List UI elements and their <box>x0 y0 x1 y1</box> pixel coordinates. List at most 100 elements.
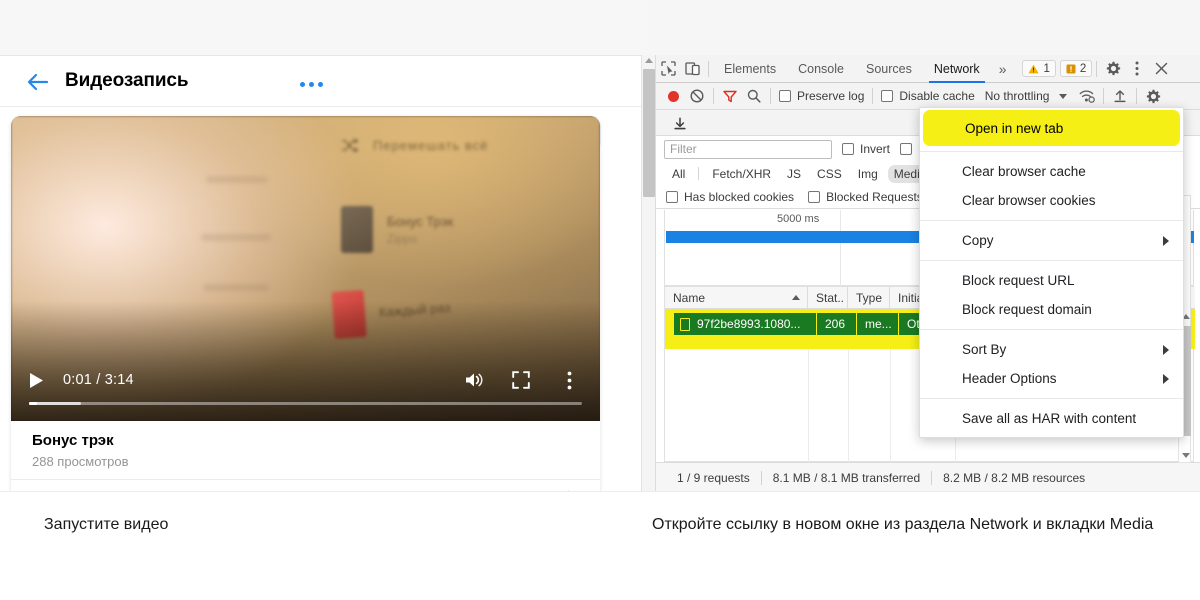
volume-icon[interactable] <box>461 368 487 392</box>
inspect-element-icon[interactable] <box>656 57 680 81</box>
page-scrollbar[interactable] <box>641 55 655 492</box>
close-icon[interactable] <box>1149 57 1173 81</box>
search-icon[interactable] <box>742 84 766 108</box>
disable-cache-checkbox[interactable]: Disable cache <box>881 89 974 103</box>
vk-video-pane: Видеозапись Поиск <box>0 55 641 492</box>
device-toolbar-icon[interactable] <box>680 57 704 81</box>
scroll-down-arrow-icon[interactable] <box>1182 453 1190 458</box>
captions-area <box>0 492 1200 600</box>
type-filter-css[interactable]: CSS <box>811 165 848 183</box>
video-time: 0:01 / 3:14 <box>63 372 134 388</box>
invert-checkbox[interactable]: Invert <box>842 142 890 156</box>
menu-item-clear-browser-cookies[interactable]: Clear browser cookies <box>920 186 1183 215</box>
overlay-ghost-line <box>206 176 268 183</box>
column-header-type[interactable]: Type <box>848 287 890 309</box>
menu-divider <box>920 398 1183 399</box>
video-controls: 0:01 / 3:14 <box>11 359 600 421</box>
type-filter-fetchxhr[interactable]: Fetch/XHR <box>706 165 777 183</box>
top-background-strip-right <box>641 0 1200 55</box>
menu-divider <box>920 260 1183 261</box>
table-gridline <box>808 349 809 463</box>
import-har-icon[interactable] <box>1108 84 1132 108</box>
video-player[interactable]: Перемешать всё Бонус Трэк Zippo Каждый р… <box>11 116 600 421</box>
status-resources: 8.2 MB / 8.2 MB resources <box>932 471 1096 485</box>
warnings-badge[interactable]: 1 <box>1022 60 1055 77</box>
play-icon[interactable] <box>29 371 48 390</box>
overlay-ghost-line <box>203 284 269 291</box>
menu-item-open-in-new-tab[interactable]: Open in new tab <box>923 110 1180 146</box>
preserve-log-checkbox[interactable]: Preserve log <box>779 89 864 103</box>
checkbox-box <box>881 90 893 102</box>
type-filter-js[interactable]: JS <box>781 165 807 183</box>
menu-item-clear-browser-cache[interactable]: Clear browser cache <box>920 157 1183 186</box>
chevron-right-icon <box>1163 236 1169 246</box>
menu-item-copy-label: Copy <box>962 233 994 248</box>
caption-right: Откройте ссылку в новом окне из раздела … <box>652 513 1172 537</box>
filter-funnel-icon[interactable] <box>718 84 742 108</box>
devtools-tabbar: Elements Console Sources Network » 1 <box>656 55 1200 83</box>
checkbox-box <box>900 143 912 155</box>
menu-divider <box>920 329 1183 330</box>
menu-item-sort-by[interactable]: Sort By <box>920 335 1183 364</box>
chevron-down-icon[interactable] <box>1059 94 1067 99</box>
type-filter-all[interactable]: All <box>666 165 691 183</box>
scroll-up-arrow-icon[interactable] <box>645 58 653 63</box>
arrow-left-icon[interactable] <box>24 69 52 95</box>
overlay-track-item: Бонус Трэк Zippo <box>341 206 453 253</box>
column-header-status[interactable]: Stat.. <box>808 287 848 309</box>
table-gridline <box>890 349 891 463</box>
column-header-name[interactable]: Name <box>665 287 808 309</box>
page-title: Видеозапись <box>65 70 188 92</box>
toolbar-divider <box>770 88 771 104</box>
section-divider <box>0 491 1200 492</box>
menu-item-header-options[interactable]: Header Options <box>920 364 1183 393</box>
clear-icon[interactable] <box>685 84 709 108</box>
export-har-icon[interactable] <box>668 111 692 135</box>
caption-left: Запустите видео <box>44 513 168 537</box>
network-conditions-icon[interactable] <box>1075 84 1099 108</box>
tab-network[interactable]: Network <box>923 55 991 83</box>
tab-console[interactable]: Console <box>787 55 855 83</box>
more-tabs-icon[interactable]: » <box>991 61 1015 77</box>
issues-badge[interactable]: 2 <box>1060 60 1092 77</box>
overlay-shuffle-row: Перемешать всё <box>341 138 488 153</box>
menu-item-header-options-label: Header Options <box>962 371 1057 386</box>
cell-name-label: 97f2be8993.1080... <box>697 317 800 331</box>
more-dots-icon[interactable] <box>300 80 328 88</box>
menu-item-sort-by-label: Sort By <box>962 342 1006 357</box>
type-filter-img[interactable]: Img <box>852 165 884 183</box>
sort-ascending-icon <box>792 295 800 300</box>
status-requests: 1 / 9 requests <box>666 471 761 485</box>
gear-icon[interactable] <box>1141 84 1165 108</box>
overlay-track1-sub: Zippo <box>387 232 453 246</box>
has-blocked-cookies-checkbox[interactable]: Has blocked cookies <box>666 190 794 204</box>
video-progress-bar[interactable] <box>29 402 582 405</box>
toolbar-divider <box>1136 88 1137 104</box>
kebab-menu-icon[interactable] <box>1125 57 1149 81</box>
status-transferred: 8.1 MB / 8.1 MB transferred <box>762 471 931 485</box>
record-icon[interactable] <box>661 84 685 108</box>
warning-icon <box>1028 64 1039 74</box>
menu-item-copy[interactable]: Copy <box>920 226 1183 255</box>
blocked-requests-checkbox[interactable]: Blocked Requests <box>808 190 923 204</box>
menu-item-save-all-as-har[interactable]: Save all as HAR with content <box>920 404 1183 433</box>
video-progress-played <box>29 402 37 405</box>
fullscreen-icon[interactable] <box>508 368 534 392</box>
kebab-menu-icon[interactable] <box>556 368 582 392</box>
toolbar-divider <box>708 61 709 77</box>
tab-sources[interactable]: Sources <box>855 55 923 83</box>
checkbox-box <box>842 143 854 155</box>
scrollbar-thumb[interactable] <box>643 69 655 197</box>
toolbar-divider <box>1103 88 1104 104</box>
tab-elements[interactable]: Elements <box>713 55 787 83</box>
menu-item-block-request-domain[interactable]: Block request domain <box>920 295 1183 324</box>
table-gridline <box>848 349 849 463</box>
issues-count: 2 <box>1080 63 1086 75</box>
throttling-select[interactable]: No throttling <box>985 89 1050 103</box>
gear-icon[interactable] <box>1101 57 1125 81</box>
column-header-name-label: Name <box>673 291 705 305</box>
filter-placeholder: Filter <box>670 142 697 156</box>
filter-input[interactable]: Filter <box>664 140 832 159</box>
toolbar-divider <box>1096 61 1097 77</box>
menu-item-block-request-url[interactable]: Block request URL <box>920 266 1183 295</box>
